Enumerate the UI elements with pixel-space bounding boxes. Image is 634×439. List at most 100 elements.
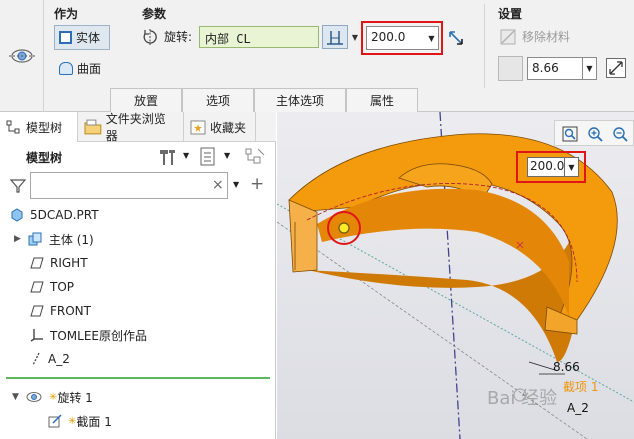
tree-item-label: 5DCAD.PRT — [30, 208, 99, 222]
view-toolbar — [554, 120, 634, 146]
tree-item-label: RIGHT — [50, 256, 88, 270]
axis-collector[interactable]: 内部 CL — [199, 26, 319, 48]
collapse-arrow-icon[interactable]: ▼ — [12, 392, 19, 402]
rotate-icon — [143, 28, 157, 45]
coordinate-system-icon — [30, 329, 43, 342]
surface-label: 曲面 — [77, 62, 102, 76]
drag-handle[interactable] — [338, 222, 350, 234]
search-dropdown[interactable]: ▼ — [233, 180, 239, 189]
rotate-label: 旋转: — [164, 30, 193, 44]
tab-model-tree-label: 模型树 — [26, 120, 63, 135]
tab-favorites-label: 收藏夹 — [210, 120, 247, 135]
tree-toolbar: 模型树 ▼ ▼ — [0, 143, 276, 171]
tab-model-tree[interactable]: 模型树 — [0, 112, 78, 142]
watermark: Bai 经验 — [487, 388, 557, 409]
tree-item-right-plane[interactable]: RIGHT — [30, 252, 88, 274]
thickness-flip-button[interactable] — [606, 58, 626, 78]
remove-material-label: 移除材料 — [522, 30, 571, 44]
clear-search-icon[interactable]: × — [212, 177, 224, 193]
side-label: 截项 1 — [563, 380, 599, 394]
angle-option-dropdown[interactable]: ▼ — [350, 26, 360, 48]
angle-highlight-box — [361, 21, 443, 55]
tree-item-label: 主体 (1) — [48, 232, 94, 247]
remove-material-icon — [500, 29, 516, 44]
datum-axis-icon — [32, 352, 40, 366]
tree-filter-row: × ▼ + — [0, 172, 276, 200]
tree-columns-icon[interactable] — [200, 147, 216, 167]
folder-icon — [84, 119, 102, 135]
favorites-icon — [190, 120, 206, 135]
surface-icon — [59, 62, 73, 75]
new-feature-star-icon: ✳ — [48, 391, 58, 403]
body-icon — [28, 232, 42, 246]
tree-item-label: 截面 1 — [76, 414, 112, 429]
remove-material-button[interactable]: 移除材料 — [500, 28, 570, 45]
tree-item-csys[interactable]: TOMLEE原创作品 — [30, 324, 147, 346]
thickness-input[interactable]: 8.66 — [527, 57, 583, 80]
tree-title: 模型树 — [26, 151, 63, 165]
dashboard-tabs: 放置 选项 主体选项 属性 — [110, 88, 418, 112]
tree-item-front-plane[interactable]: FRONT — [30, 300, 91, 322]
tree-item-label: 旋转 1 — [57, 390, 93, 405]
graphics-angle-highlight-box — [516, 151, 586, 183]
tree-item-label: TOMLEE原创作品 — [50, 328, 147, 343]
zoom-out-icon[interactable] — [612, 126, 628, 142]
tree-item-revolve[interactable]: ▼ ✳ 旋转 1 — [12, 386, 93, 408]
filter-icon[interactable] — [10, 178, 26, 194]
tree-item-top-plane[interactable]: TOP — [30, 276, 74, 298]
rotate-axis-label: 旋转: — [142, 28, 192, 45]
revolve-dashboard: 作为 实体 曲面 参数 旋转: 内部 CL ▼ 200.0 ▼ 设置 移除材料 … — [0, 0, 634, 112]
thickness-dropdown-arrow[interactable]: ▼ — [583, 57, 597, 80]
zoom-in-icon[interactable] — [587, 126, 603, 142]
tree-item-label: TOP — [50, 280, 75, 294]
tree-item-label: A_2 — [48, 352, 70, 366]
revolve-feature-icon — [9, 49, 35, 63]
tab-properties[interactable]: 属性 — [346, 88, 418, 112]
tree-settings-dropdown[interactable]: ▼ — [183, 151, 189, 160]
tree-item-axis[interactable]: A_2 — [30, 348, 70, 370]
datum-plane-icon — [30, 281, 44, 293]
flip-direction-icon[interactable] — [448, 30, 464, 46]
watermark-text: Bai 经验 — [487, 388, 557, 409]
tree-search-input[interactable] — [30, 172, 228, 199]
navigator-tabs: 模型树 文件夹浏览器 收藏夹 — [0, 112, 276, 143]
expand-arrow-icon[interactable]: ▶ — [14, 234, 21, 244]
tab-folder-browser-label: 文件夹浏览器 — [105, 112, 166, 143]
axis-label: A_2 — [567, 401, 589, 415]
surface-button[interactable]: 曲面 — [54, 56, 114, 81]
dimension-leader — [528, 361, 556, 371]
settings-group-title: 设置 — [498, 7, 523, 21]
tab-folder-browser[interactable]: 文件夹浏览器 — [78, 112, 184, 143]
tab-placement[interactable]: 放置 — [110, 88, 182, 112]
insert-indicator-line[interactable] — [6, 377, 270, 379]
tree-item-section[interactable]: ✳ 截面 1 — [48, 410, 112, 432]
tab-body-options[interactable]: 主体选项 — [254, 88, 346, 112]
solid-icon — [59, 31, 72, 44]
refit-icon[interactable] — [562, 126, 578, 142]
feature-icon-column — [0, 0, 44, 112]
datum-plane-icon — [30, 305, 44, 317]
params-group-title: 参数 — [142, 7, 167, 21]
tab-favorites[interactable]: 收藏夹 — [184, 112, 256, 142]
datum-plane-icon — [30, 257, 44, 269]
angle-option-button[interactable] — [322, 25, 348, 49]
solid-button[interactable]: 实体 — [54, 25, 110, 50]
solid-label: 实体 — [76, 31, 101, 45]
tree-settings-icon[interactable] — [158, 147, 180, 167]
settings-divider — [484, 4, 485, 88]
part-icon — [11, 208, 23, 222]
tree-columns-dropdown[interactable]: ▼ — [224, 151, 230, 160]
tree-show-icon[interactable] — [244, 147, 266, 167]
add-filter-icon[interactable]: + — [250, 174, 264, 194]
type-group-title: 作为 — [54, 7, 79, 21]
tree-item-part[interactable]: 5DCAD.PRT — [10, 204, 99, 226]
thicken-button[interactable] — [498, 56, 523, 81]
sketch-icon — [48, 414, 62, 428]
model-tree-icon — [6, 120, 20, 134]
thickness-flip-icon — [609, 61, 623, 75]
tab-options[interactable]: 选项 — [182, 88, 254, 112]
thickness-dimension-label[interactable]: 8.66 — [553, 360, 580, 374]
tree-item-bodies[interactable]: ▶ 主体 (1) — [14, 228, 94, 250]
revolve-icon — [26, 392, 42, 402]
new-feature-star-icon: ✳ — [68, 415, 77, 427]
